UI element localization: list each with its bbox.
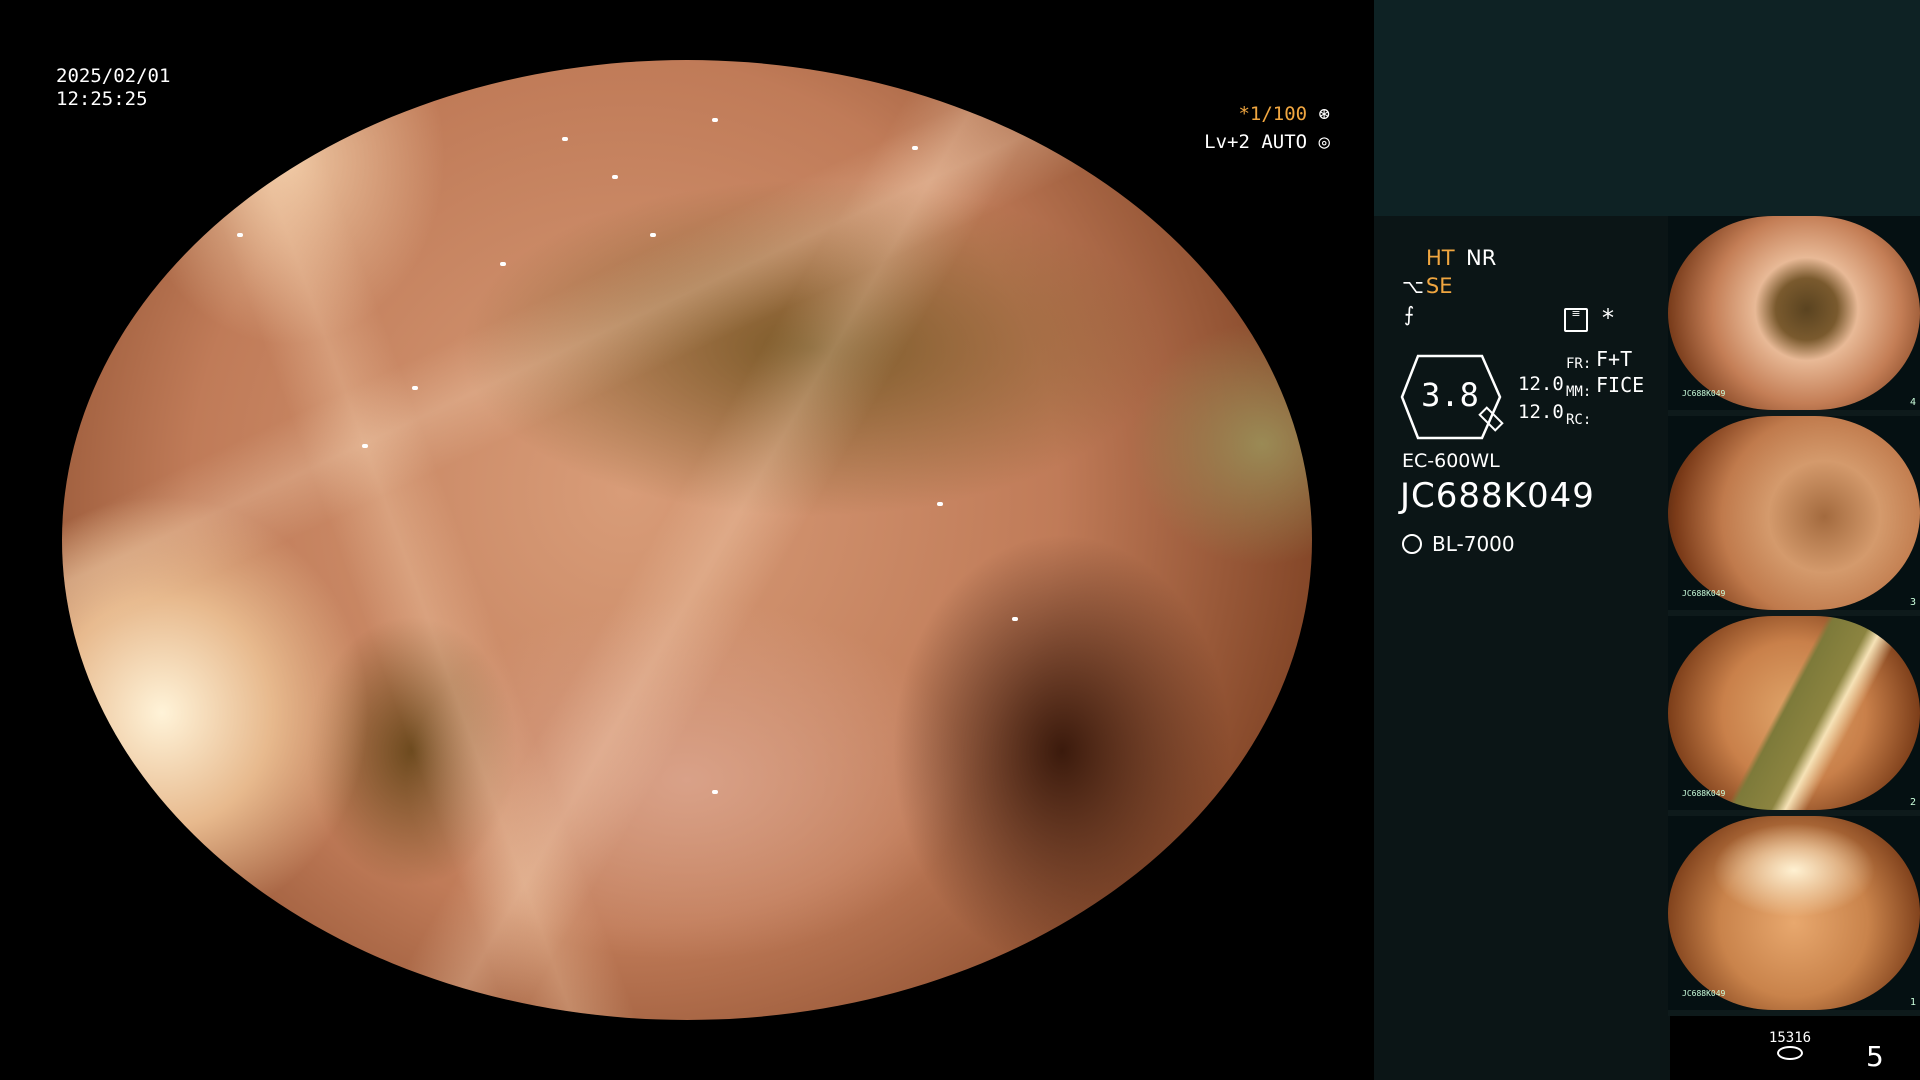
- right-panel: HT NR ⌥SE ⨍ ≡ * 3.8 12.0 12.0 FR: MM: RC…: [1372, 0, 1920, 1080]
- level-text: Lv+2 AUTO: [1204, 131, 1308, 153]
- specular-highlight: [362, 444, 368, 448]
- header-block: [1374, 0, 1920, 216]
- thumbnail-image: [1668, 216, 1920, 410]
- time-text: 12:25:25: [56, 88, 148, 110]
- specular-highlight: [562, 136, 568, 141]
- thumbnail[interactable]: JC688K049 4: [1668, 216, 1920, 410]
- thumbnail[interactable]: JC688K049 2: [1668, 616, 1920, 810]
- thumbnail-label: JC688K049: [1682, 389, 1726, 398]
- exposure-readout: *1/100 ⊛ Lv+2 AUTO ◎: [1180, 100, 1330, 156]
- specular-highlight: [912, 146, 918, 151]
- thumbnail-index: 3: [1909, 597, 1916, 608]
- light-source: BL-7000: [1402, 532, 1515, 556]
- nr-indicator: NR: [1466, 246, 1497, 270]
- mm-mode-value: FICE: [1596, 373, 1645, 397]
- magnification-gauge: 3.8: [1400, 352, 1512, 442]
- se-indicator: ⌥SE: [1402, 274, 1453, 298]
- specular-highlight: [412, 386, 418, 391]
- image-count: 15316: [1768, 1030, 1812, 1046]
- mm-values: 12.0 12.0: [1518, 370, 1564, 426]
- thumbnail-label: JC688K049: [1682, 989, 1726, 998]
- endoscopic-image: [62, 60, 1312, 1020]
- specular-highlight: [237, 232, 243, 237]
- mm-value: 12.0: [1518, 373, 1564, 395]
- rc-label: RC:: [1566, 412, 1592, 428]
- settings-panel: HT NR ⌥SE ⨍ ≡ * 3.8 12.0 12.0 FR: MM: RC…: [1374, 216, 1670, 1080]
- asterisk-icon: *: [1602, 304, 1614, 332]
- thumbnail-image: [1668, 616, 1920, 810]
- shutter-text: *1/100: [1238, 103, 1308, 125]
- fr-label: FR:: [1566, 356, 1592, 372]
- specular-highlight: [937, 501, 943, 506]
- mode-values: F+T FICE: [1596, 346, 1644, 398]
- menu-icon: ≡: [1564, 308, 1588, 332]
- thumbnail[interactable]: JC688K049 1: [1668, 816, 1920, 1010]
- thumbnail-index: 2: [1909, 797, 1916, 808]
- specular-highlight: [1012, 616, 1018, 621]
- specular-highlight: [712, 789, 718, 794]
- se-label: SE: [1425, 274, 1453, 298]
- mm-label: MM:: [1566, 384, 1592, 400]
- endoscope-view: 2025/02/01 12:25:25 *1/100 ⊛ Lv+2 AUTO ◎: [0, 0, 1372, 1080]
- auto-iris-icon: ◎: [1318, 131, 1330, 153]
- thumbnail-label: JC688K049: [1682, 589, 1726, 598]
- storage-icon: [1777, 1046, 1803, 1060]
- iris-icon: ⊛: [1318, 103, 1330, 125]
- gauge-value: 3.8: [1421, 376, 1479, 414]
- structure-enhance-icon: ⌥: [1402, 276, 1424, 298]
- light-source-label: BL-7000: [1432, 532, 1515, 556]
- image-counter: 15316: [1760, 1030, 1820, 1060]
- specular-highlight: [612, 175, 618, 180]
- thumbnail[interactable]: JC688K049 3: [1668, 416, 1920, 610]
- function-icon: ⨍: [1404, 302, 1415, 326]
- date-text: 2025/02/01: [56, 65, 171, 87]
- scope-model: EC-600WL: [1402, 450, 1500, 472]
- specular-highlight: [712, 117, 718, 122]
- ht-indicator: HT: [1426, 246, 1455, 270]
- mm-value: 12.0: [1518, 401, 1564, 423]
- scope-serial: JC688K049: [1400, 476, 1595, 516]
- page-number: 5: [1866, 1040, 1884, 1073]
- fr-value: F+T: [1596, 347, 1633, 371]
- specular-highlight: [649, 232, 656, 237]
- thumbnail-image: [1668, 416, 1920, 610]
- thumbnail-label: JC688K049: [1682, 789, 1726, 798]
- thumbnail-index: 1: [1909, 997, 1916, 1008]
- thumbnail-strip: JC688K049 4 JC688K049 3 JC688K049 2 JC68…: [1668, 216, 1920, 1016]
- specular-highlight: [499, 261, 506, 266]
- light-source-icon: [1402, 534, 1422, 554]
- thumbnail-image: [1668, 816, 1920, 1010]
- date-time-readout: 2025/02/01 12:25:25: [56, 65, 170, 111]
- mode-labels: FR: MM: RC:: [1566, 350, 1591, 434]
- thumbnail-index: 4: [1909, 397, 1916, 408]
